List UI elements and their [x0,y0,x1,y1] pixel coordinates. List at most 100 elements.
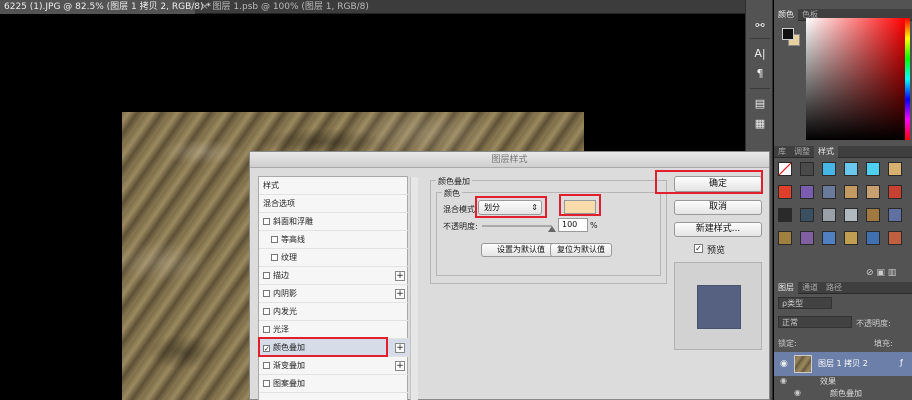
style-checkbox[interactable] [263,218,270,225]
style-swatch[interactable] [800,208,814,222]
style-swatch[interactable] [844,231,858,245]
style-swatch[interactable] [800,231,814,245]
style-list-item-label: 混合选项 [263,199,295,208]
cancel-button[interactable]: 取消 [674,200,762,215]
style-list-item[interactable]: 斜面和浮雕 [259,213,409,231]
style-swatch[interactable] [844,162,858,176]
style-swatch[interactable] [888,231,902,245]
add-icon[interactable]: + [395,343,405,353]
style-list-item[interactable]: 渐变叠加 + [259,357,409,375]
style-list-item[interactable]: 内阴影 + [259,285,409,303]
layer-effects-row[interactable]: ◉ 效果 [774,376,912,388]
visibility-eye-icon[interactable]: ◉ [794,388,801,397]
layer-thumbnail [794,355,812,373]
right-panels: 颜色 色板 库调整 样式 ⊘ ▣ ▥ 图层 通道 路径 ρ类型 正常 不透明度: 锁定:… [774,0,912,400]
properties-icon[interactable]: ▤ [751,96,769,112]
tab-libraries[interactable]: 库 [774,146,790,158]
style-list-item[interactable]: 混合选项 [259,195,409,213]
style-checkbox[interactable] [271,254,278,261]
style-swatch[interactable] [822,208,836,222]
tab-styles[interactable]: 样式 [814,146,838,158]
style-swatch[interactable] [844,185,858,199]
style-swatch[interactable] [866,231,880,245]
styles-panel-tabs: 库调整 样式 [774,146,912,158]
style-swatch[interactable] [778,162,792,176]
set-default-button[interactable]: 设置为默认值 [481,243,561,257]
highlight-ok-button [655,170,763,194]
style-swatch[interactable] [778,208,792,222]
style-swatch[interactable] [778,231,792,245]
style-checkbox[interactable] [263,362,270,369]
opacity-slider-track[interactable] [482,225,552,227]
style-swatch[interactable] [844,208,858,222]
new-style-button[interactable]: 新建样式... [674,222,762,237]
foreground-color-swatch[interactable] [782,28,794,40]
visibility-eye-icon[interactable]: ◉ [780,376,787,385]
style-list-item[interactable]: 样式 [259,177,409,195]
style-checkbox[interactable] [263,290,270,297]
style-swatch[interactable] [888,208,902,222]
lock-label: 锁定: [778,339,797,348]
style-checkbox[interactable] [263,380,270,387]
style-checkbox[interactable] [271,236,278,243]
highlight-blend-mode [475,196,547,218]
add-icon[interactable]: + [395,289,405,299]
preview-box [674,262,762,350]
document-tab-active[interactable]: 6225 (1).JPG @ 82.5% (图层 1 拷贝 2, RGB/8) … [0,0,211,14]
color-picker-field[interactable] [806,18,906,140]
style-checkbox[interactable] [263,272,270,279]
style-swatch[interactable] [866,208,880,222]
paragraph-icon[interactable]: ¶ [751,66,769,82]
style-list-item-label: 斜面和浮雕 [273,217,313,226]
style-swatch[interactable] [800,162,814,176]
visibility-eye-icon[interactable]: ◉ [780,359,788,369]
layer-opacity-label: 不透明度: [856,319,891,328]
style-swatch[interactable] [866,162,880,176]
style-list-item[interactable]: 等高线 [259,231,409,249]
notes-icon[interactable]: ▦ [751,116,769,132]
style-list-scrollbar[interactable] [410,177,418,400]
style-list-item[interactable]: 纹理 [259,249,409,267]
layer-effect-item-row[interactable]: ◉ 颜色叠加 [774,388,912,400]
style-swatch[interactable] [888,185,902,199]
opacity-unit: % [590,221,598,230]
style-list-item[interactable]: 内发光 [259,303,409,321]
character-icon[interactable]: A| [751,46,769,62]
layer-row-selected[interactable]: ◉ 图层 1 拷贝 2 ƒ [774,352,912,376]
style-checkbox[interactable] [263,308,270,315]
close-icon[interactable]: × [201,0,209,14]
style-swatch[interactable] [822,231,836,245]
opacity-input[interactable]: 100 [558,218,588,232]
style-swatch[interactable] [800,185,814,199]
tab-channels[interactable]: 通道 [798,282,822,294]
tab-color[interactable]: 颜色 [774,9,798,21]
group-title: 颜色 [442,188,462,199]
highlight-color-swatch [559,194,601,216]
add-icon[interactable]: + [395,361,405,371]
style-list-item[interactable]: 描边 + [259,267,409,285]
style-swatch[interactable] [888,162,902,176]
preview-label: 预览 [707,246,726,256]
tab-layers[interactable]: 图层 [774,282,798,294]
style-list-item-label: 等高线 [281,235,305,244]
style-swatch[interactable] [822,162,836,176]
preview-checkbox[interactable]: ✓ [694,244,703,253]
style-swatch[interactable] [778,185,792,199]
opacity-slider-thumb[interactable] [548,226,556,232]
history-icon[interactable]: ⚯ [751,18,769,34]
restore-default-button[interactable]: 复位为默认值 [550,243,612,257]
style-list-item-label: 渐变叠加 [273,361,305,370]
layer-blend-mode-select[interactable]: 正常 [778,316,852,328]
style-list-item-label: 图案叠加 [273,379,305,388]
style-swatch[interactable] [822,185,836,199]
tab-paths[interactable]: 路径 [822,282,846,294]
style-checkbox[interactable] [263,326,270,333]
style-list-item[interactable]: 图案叠加 [259,375,409,393]
section-title: 颜色叠加 [436,176,472,187]
tab-adjustments[interactable]: 调整 [790,146,814,158]
add-icon[interactable]: + [395,271,405,281]
layer-filter-select[interactable]: ρ类型 [778,297,832,309]
hue-slider[interactable] [905,18,910,140]
document-tab-inactive[interactable]: × 图层 1.psb @ 100% (图层 1, RGB/8) [197,0,373,14]
style-swatch[interactable] [866,185,880,199]
